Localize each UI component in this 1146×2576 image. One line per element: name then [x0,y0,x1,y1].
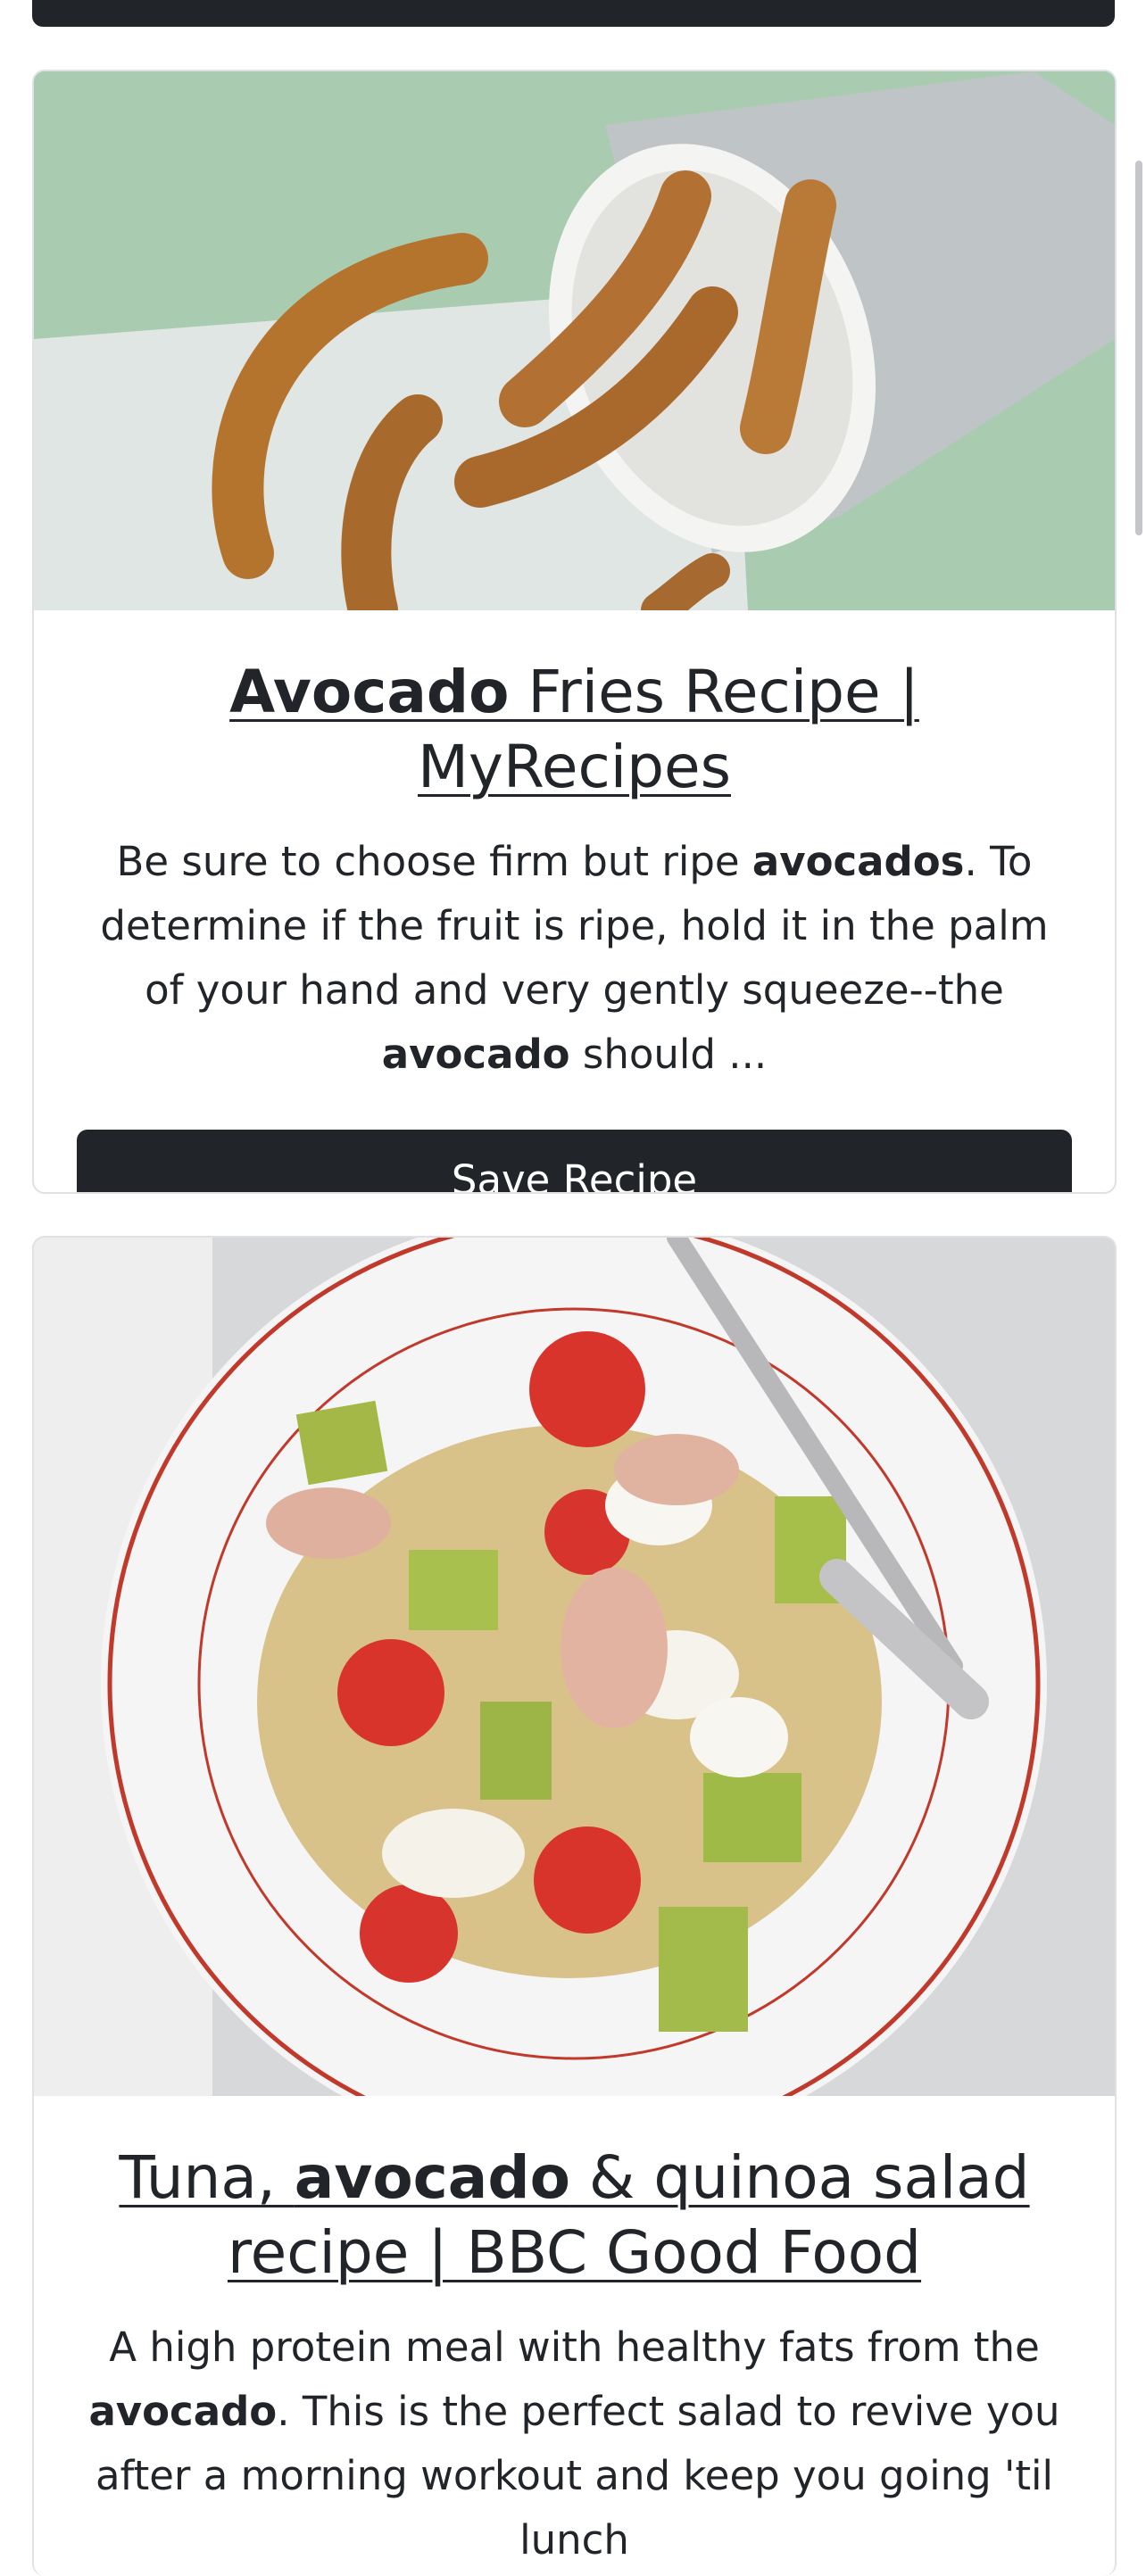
snippet-bold-term: avocado [381,1031,570,1078]
title-text: Tuna, [119,2143,295,2212]
result-snippet: Be sure to choose firm but ripe avocados… [77,830,1072,1087]
recipe-card: Tuna, avocado & quinoa salad recipe | BB… [32,1236,1117,2576]
result-title-link[interactable]: Avocado Fries Recipe | MyRecipes [229,658,919,801]
snippet-text: Be sure to choose firm but ripe [116,838,752,885]
scrollbar-thumb[interactable] [1135,161,1142,535]
title-bold-term: avocado [294,2143,570,2212]
tuna-salad-image [34,1238,1115,2096]
snippet-bold-term: avocados [752,838,965,885]
previous-save-recipe-button[interactable] [32,0,1115,27]
avocado-fries-image [34,71,1115,610]
card-body: Avocado Fries Recipe | MyRecipes Be sure… [34,610,1115,1192]
recipe-image[interactable] [34,71,1115,610]
result-title-link[interactable]: Tuna, avocado & quinoa salad recipe | BB… [119,2143,1029,2287]
snippet-text: A high protein meal with healthy fats fr… [109,2323,1040,2371]
title-bold-term: Avocado [229,658,510,726]
snippet-text: should ... [569,1031,768,1078]
result-title[interactable]: Tuna, avocado & quinoa salad recipe | BB… [77,2141,1072,2290]
card-body: Tuna, avocado & quinoa salad recipe | BB… [34,2096,1115,2572]
save-recipe-button[interactable]: Save Recipe [77,1130,1072,1192]
recipe-card: Avocado Fries Recipe | MyRecipes Be sure… [32,70,1117,1194]
recipe-image[interactable] [34,1238,1115,2096]
snippet-bold-term: avocado [88,2388,278,2435]
result-title[interactable]: Avocado Fries Recipe | MyRecipes [77,655,1072,805]
result-snippet: A high protein meal with healthy fats fr… [77,2315,1072,2572]
